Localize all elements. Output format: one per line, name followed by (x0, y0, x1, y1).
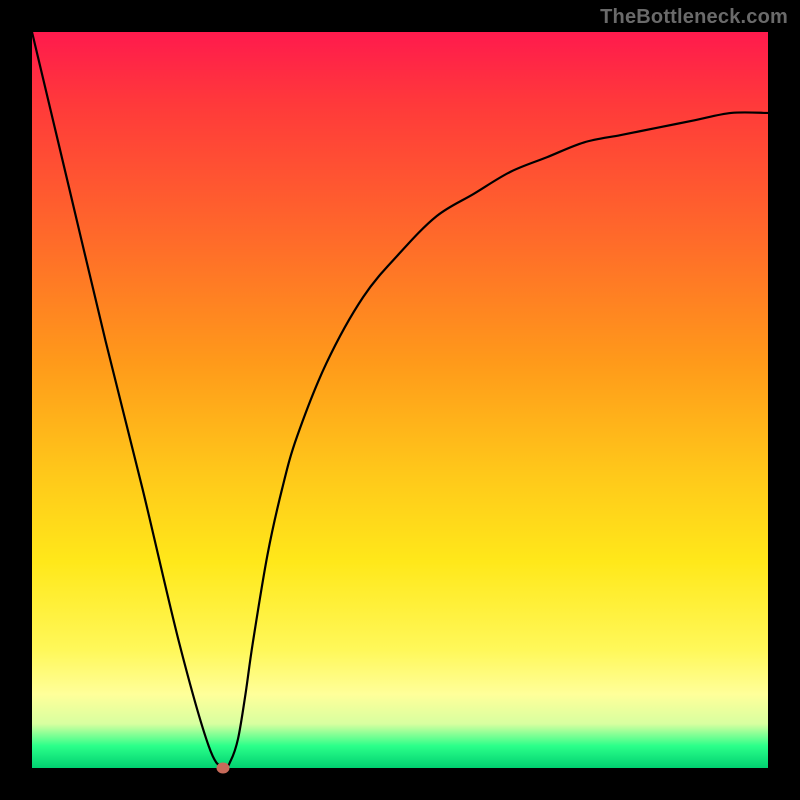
chart-plot-area (32, 32, 768, 768)
chart-frame: TheBottleneck.com (0, 0, 800, 800)
attribution-text: TheBottleneck.com (600, 6, 788, 29)
optimal-point-marker (217, 763, 230, 774)
bottleneck-curve (32, 32, 768, 768)
